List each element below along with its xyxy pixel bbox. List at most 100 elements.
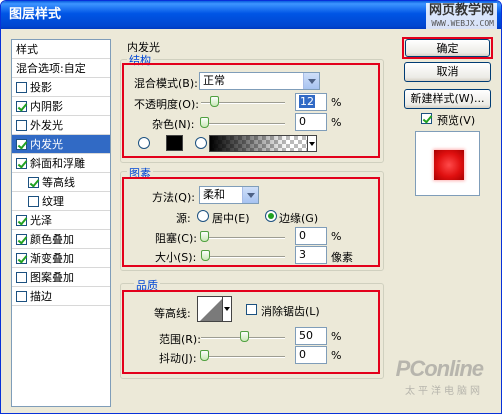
chevron-down-icon xyxy=(242,187,258,203)
sidebar-item-label: 图案叠加 xyxy=(30,271,74,284)
noise-input[interactable]: 0 xyxy=(295,113,327,131)
contour-picker[interactable] xyxy=(197,296,223,322)
sidebar-item[interactable]: 投影 xyxy=(12,78,110,97)
sidebar-item[interactable]: 混合选项:自定 xyxy=(12,59,110,78)
jitter-unit: % xyxy=(331,349,342,362)
sidebar-header-label: 样式 xyxy=(16,43,38,56)
size-input[interactable]: 3 xyxy=(295,246,327,264)
method-value: 柔和 xyxy=(203,188,225,201)
sidebar-item-label: 投影 xyxy=(30,81,52,94)
new-style-button-label: 新建样式(W)... xyxy=(410,92,485,105)
opacity-slider-thumb[interactable] xyxy=(210,96,219,107)
sidebar-item[interactable]: 描边 xyxy=(12,287,110,306)
opacity-unit: % xyxy=(331,96,342,109)
style-preview xyxy=(415,131,480,196)
size-slider[interactable] xyxy=(201,256,285,258)
antialias-label: 消除锯齿(L) xyxy=(261,305,320,318)
sidebar-item[interactable]: 内阴影 xyxy=(12,97,110,116)
size-slider-thumb[interactable] xyxy=(201,250,210,261)
cancel-button-label: 取消 xyxy=(436,65,459,78)
noise-label: 杂色(N): xyxy=(152,118,195,131)
opacity-label: 不透明度(O): xyxy=(134,98,199,111)
sidebar-item-checkbox[interactable] xyxy=(16,215,27,226)
blend-mode-select[interactable]: 正常 xyxy=(199,72,320,90)
range-input[interactable]: 50 xyxy=(295,327,327,345)
opacity-value: 12 xyxy=(299,95,315,108)
antialias-checkbox[interactable] xyxy=(246,304,257,315)
noise-unit: % xyxy=(331,116,342,129)
noise-slider-thumb[interactable] xyxy=(200,117,209,128)
site-watermark: 网页教学网 WWW.WEBJX.COM xyxy=(425,3,497,29)
blend-mode-value: 正常 xyxy=(203,74,225,87)
sidebar-item[interactable]: 等高线 xyxy=(12,173,110,192)
glow-gradient-picker[interactable] xyxy=(209,135,308,152)
preview-swatch xyxy=(434,150,464,180)
chevron-down-icon xyxy=(303,73,319,89)
sidebar-item-checkbox[interactable] xyxy=(16,272,27,283)
choke-unit: % xyxy=(331,230,342,243)
preview-checkbox[interactable] xyxy=(421,113,432,124)
glow-color-radio[interactable] xyxy=(138,137,150,149)
contour-dropdown-icon[interactable] xyxy=(222,296,232,322)
sidebar-item-checkbox[interactable] xyxy=(16,291,27,302)
source-edge-label: 边缘(G) xyxy=(279,212,319,225)
jitter-slider[interactable] xyxy=(201,356,285,358)
sidebar-item[interactable]: 斜面和浮雕 xyxy=(12,154,110,173)
choke-label: 阻塞(C): xyxy=(155,232,197,245)
sidebar-item[interactable]: 内发光 xyxy=(12,135,110,154)
sidebar-item[interactable]: 渐变叠加 xyxy=(12,249,110,268)
sidebar-item-checkbox[interactable] xyxy=(16,253,27,264)
sidebar-item[interactable]: 外发光 xyxy=(12,116,110,135)
noise-slider[interactable] xyxy=(201,123,285,125)
size-label: 大小(S): xyxy=(155,251,197,264)
glow-gradient-radio[interactable] xyxy=(195,137,207,149)
sidebar-item[interactable]: 纹理 xyxy=(12,192,110,211)
layer-style-dialog: 图层样式 网页教学网 WWW.WEBJX.COM 样式 混合选项:自定投影内阴影… xyxy=(0,0,502,414)
jitter-value: 0 xyxy=(299,348,306,361)
sidebar-item-label: 等高线 xyxy=(42,176,75,189)
choke-value: 0 xyxy=(299,229,306,242)
opacity-input[interactable]: 12 xyxy=(295,93,327,111)
source-edge-radio[interactable] xyxy=(265,210,277,222)
jitter-slider-thumb[interactable] xyxy=(200,350,209,361)
range-value: 50 xyxy=(299,329,313,342)
sidebar-item-label: 内发光 xyxy=(30,138,63,151)
sidebar-item[interactable]: 颜色叠加 xyxy=(12,230,110,249)
watermark-bottom-line1: PConline xyxy=(395,356,484,381)
choke-slider-thumb[interactable] xyxy=(200,231,209,242)
sidebar-item[interactable]: 光泽 xyxy=(12,211,110,230)
sidebar-item-checkbox[interactable] xyxy=(16,101,27,112)
sidebar-header[interactable]: 样式 xyxy=(12,40,110,59)
choke-input[interactable]: 0 xyxy=(295,227,327,245)
sidebar-item-checkbox[interactable] xyxy=(28,177,39,188)
blend-mode-label: 混合模式(B): xyxy=(134,77,198,90)
range-unit: % xyxy=(331,330,342,343)
glow-color-swatch[interactable] xyxy=(166,135,183,151)
sidebar-item-checkbox[interactable] xyxy=(28,196,39,207)
sidebar-item-label: 渐变叠加 xyxy=(30,252,74,265)
source-center-radio[interactable] xyxy=(197,210,209,222)
ok-button-label: 确定 xyxy=(436,42,459,55)
sidebar-item[interactable]: 图案叠加 xyxy=(12,268,110,287)
sidebar-item-checkbox[interactable] xyxy=(16,82,27,93)
range-slider-thumb[interactable] xyxy=(240,331,249,342)
sidebar-item-checkbox[interactable] xyxy=(16,139,27,150)
sidebar-item-label: 混合选项:自定 xyxy=(16,62,86,75)
contour-label: 等高线: xyxy=(154,307,191,320)
window-title: 图层样式 xyxy=(9,7,62,22)
watermark-top-line1: 网页教学网 xyxy=(428,3,494,18)
source-center-label: 居中(E) xyxy=(212,212,250,225)
gradient-dropdown-icon[interactable] xyxy=(307,135,317,152)
new-style-button[interactable]: 新建样式(W)... xyxy=(404,89,491,109)
choke-slider[interactable] xyxy=(201,237,285,239)
sidebar-item-checkbox[interactable] xyxy=(16,120,27,131)
method-select[interactable]: 柔和 xyxy=(199,186,259,204)
noise-value: 0 xyxy=(299,115,306,128)
sidebar-item-checkbox[interactable] xyxy=(16,158,27,169)
sidebar-item-label: 描边 xyxy=(30,290,52,303)
jitter-input[interactable]: 0 xyxy=(295,346,327,364)
ok-button[interactable]: 确定 xyxy=(405,39,490,57)
sidebar-item-checkbox[interactable] xyxy=(16,234,27,245)
watermark-bottom-line2: 太平洋电脑网 xyxy=(405,386,483,397)
cancel-button[interactable]: 取消 xyxy=(404,62,491,82)
